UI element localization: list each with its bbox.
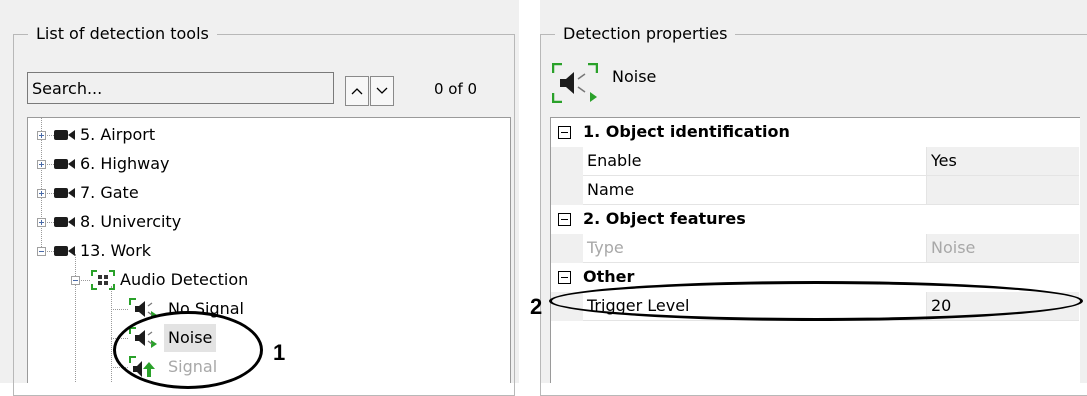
tree-node-audio-detection[interactable]: Audio Detection xyxy=(28,266,508,294)
chevron-down-icon xyxy=(376,87,388,94)
property-category-object-identification[interactable]: 1. Object identification xyxy=(551,118,1079,147)
audio-detection-icon xyxy=(91,270,115,290)
tree-node-univercity[interactable]: 8. Univercity xyxy=(28,208,508,236)
panel-separator xyxy=(519,0,540,383)
collapse-icon[interactable] xyxy=(558,126,571,139)
property-value: Noise xyxy=(927,234,1079,263)
tree-connector xyxy=(47,222,54,223)
camera-icon xyxy=(54,217,75,227)
camera-icon xyxy=(54,159,75,169)
tree-node-label: Audio Detection xyxy=(120,270,249,289)
tree-node-highway[interactable]: 6. Highway xyxy=(28,150,508,178)
tree-node-label: 6. Highway xyxy=(80,154,170,173)
search-next-button[interactable] xyxy=(370,76,394,106)
expand-icon[interactable] xyxy=(37,218,46,227)
tree-node-label: 13. Work xyxy=(80,241,152,260)
detection-properties-title: Detection properties xyxy=(555,23,736,45)
tree-node-work[interactable]: 13. Work xyxy=(28,237,508,265)
search-previous-button[interactable] xyxy=(345,76,369,106)
row-gutter xyxy=(551,234,583,263)
tree-node-gate[interactable]: 7. Gate xyxy=(28,179,508,207)
property-value[interactable]: Yes xyxy=(927,147,1079,176)
row-gutter xyxy=(551,176,583,205)
tree-node-no-signal[interactable]: No Signal xyxy=(28,295,508,323)
row-gutter xyxy=(551,147,583,176)
property-name: Name xyxy=(583,176,927,205)
search-input[interactable] xyxy=(27,72,334,104)
chevron-up-icon xyxy=(351,88,363,95)
tree-node-signal[interactable]: Signal xyxy=(28,353,508,381)
detector-name-label: Noise xyxy=(612,67,657,86)
tree-connector xyxy=(47,251,54,252)
property-row-name[interactable]: Name xyxy=(551,176,1079,205)
collapse-icon[interactable] xyxy=(558,271,571,284)
tree-connector xyxy=(111,309,128,310)
property-name: Enable xyxy=(583,147,927,176)
property-row-enable[interactable]: Enable Yes xyxy=(551,147,1079,176)
tree-node-noise[interactable]: Noise xyxy=(28,324,508,352)
category-label: 1. Object identification xyxy=(583,122,790,141)
tree-connector xyxy=(47,135,54,136)
property-value[interactable] xyxy=(927,176,1079,205)
expand-icon[interactable] xyxy=(37,131,46,140)
expand-icon[interactable] xyxy=(37,189,46,198)
detection-tools-title: List of detection tools xyxy=(28,23,217,45)
tree-node-airport[interactable]: 5. Airport xyxy=(28,121,508,149)
category-label: 2. Object features xyxy=(583,209,746,228)
tree-connector xyxy=(47,164,54,165)
camera-icon xyxy=(54,246,75,256)
tree-node-label: 7. Gate xyxy=(80,183,139,202)
detection-tools-tree[interactable]: 5. Airport 6. Highway 7. Gate 8. Univerc… xyxy=(27,117,511,383)
collapse-icon[interactable] xyxy=(71,276,80,285)
tree-connector xyxy=(81,280,90,281)
property-name: Type xyxy=(583,234,927,263)
collapse-icon[interactable] xyxy=(558,213,571,226)
callout-ellipse-2 xyxy=(549,281,1083,321)
callout-ellipse-1 xyxy=(113,311,263,389)
callout-number-2: 2 xyxy=(530,294,543,319)
camera-icon xyxy=(54,130,75,140)
callout-number-1: 1 xyxy=(273,340,286,365)
tree-connector xyxy=(47,193,54,194)
tree-node-label: 5. Airport xyxy=(80,125,156,144)
collapse-icon[interactable] xyxy=(37,247,46,256)
tree-node-label: 8. Univercity xyxy=(80,212,182,231)
camera-icon xyxy=(54,188,75,198)
property-row-type[interactable]: Type Noise xyxy=(551,234,1079,263)
search-result-count: 0 of 0 xyxy=(434,80,478,98)
noise-detector-icon xyxy=(552,63,598,103)
expand-icon[interactable] xyxy=(37,160,46,169)
property-category-object-features[interactable]: 2. Object features xyxy=(551,205,1079,234)
property-grid: 1. Object identification Enable Yes Name… xyxy=(550,117,1080,383)
